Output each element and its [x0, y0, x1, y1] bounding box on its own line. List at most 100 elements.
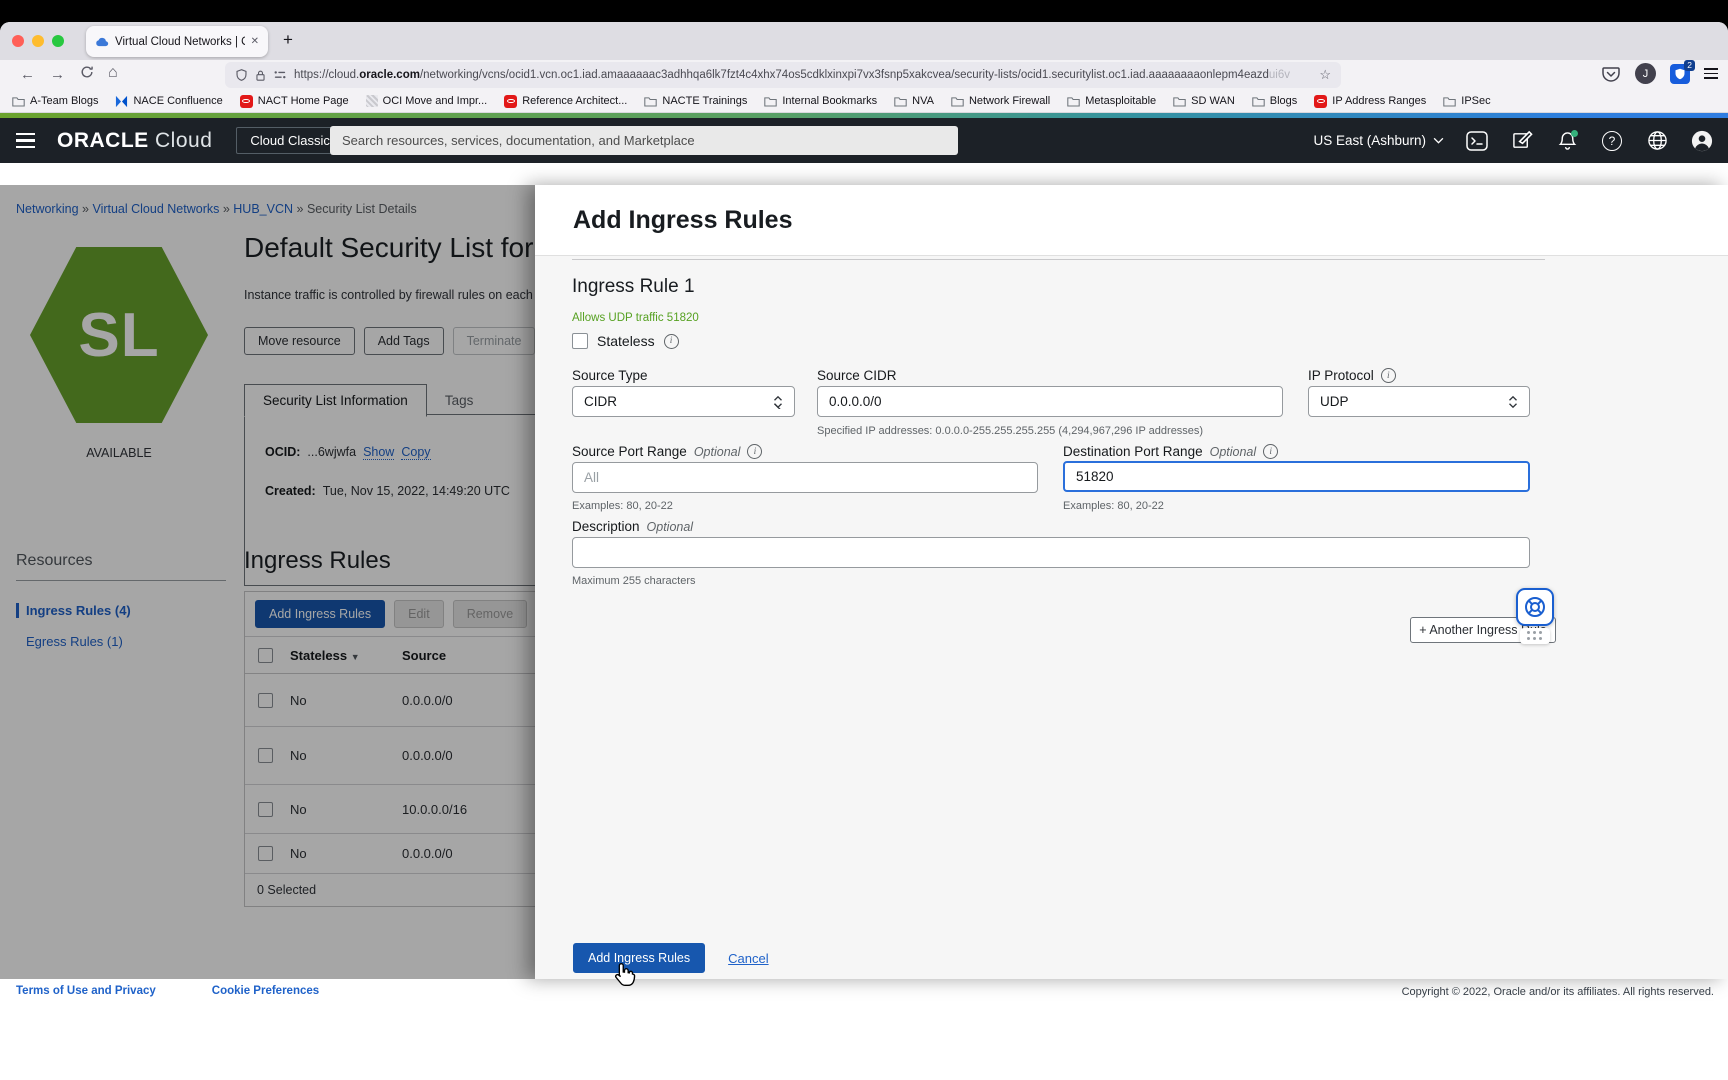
oracle-icon [504, 95, 517, 108]
bookmark-item[interactable]: NACT Home Page [240, 95, 349, 108]
section-divider [572, 259, 1545, 260]
oracle-icon [240, 95, 253, 108]
browser-titlebar: Virtual Cloud Networks | Oracle ✕ + [0, 22, 1728, 60]
announcements-icon[interactable] [1510, 129, 1534, 153]
language-globe-icon[interactable] [1645, 129, 1669, 153]
source-cidr-label: Source CIDR [817, 368, 897, 383]
extension-shield-icon[interactable]: 2 [1670, 64, 1690, 84]
terms-link[interactable]: Terms of Use and Privacy [16, 985, 156, 997]
ip-protocol-label: IP Protocoli [1308, 368, 1396, 383]
folder-icon [1173, 96, 1186, 107]
source-port-helper: Examples: 80, 20-22 [572, 500, 673, 512]
bookmark-item[interactable]: Internal Bookmarks [764, 95, 877, 107]
bookmark-item[interactable]: IP Address Ranges [1314, 95, 1426, 108]
nav-menu-icon[interactable] [16, 133, 35, 149]
generic-favicon-icon [366, 95, 378, 107]
floating-help-widget[interactable] [1516, 588, 1554, 644]
cloud-shell-icon[interactable] [1465, 129, 1489, 153]
source-type-select[interactable]: CIDR [572, 386, 795, 417]
chevron-down-icon [1433, 137, 1444, 144]
forward-icon[interactable]: → [50, 66, 65, 84]
page-footer: Terms of Use and Privacy Cookie Preferen… [0, 979, 1728, 1080]
folder-icon [644, 96, 657, 107]
browser-tab[interactable]: Virtual Cloud Networks | Oracle ✕ [86, 26, 268, 57]
source-cidr-input[interactable] [817, 386, 1283, 417]
help-icon[interactable]: ? [1600, 129, 1624, 153]
panel-title: Add Ingress Rules [573, 206, 793, 235]
tracking-shield-icon[interactable] [235, 68, 248, 82]
ingress-rule-1-heading: Ingress Rule 1 [572, 276, 695, 298]
region-selector[interactable]: US East (Ashburn) [1313, 133, 1444, 148]
browser-toolbar: ← → ⌂ https://cloud.oracle.com/networkin… [0, 60, 1728, 90]
bookmark-item[interactable]: Network Firewall [951, 95, 1050, 107]
bookmarks-bar: A-Team Blogs NACE Confluence NACT Home P… [0, 90, 1728, 113]
folder-icon [894, 96, 907, 107]
source-cidr-helper: Specified IP addresses: 0.0.0.0-255.255.… [817, 425, 1203, 437]
folder-icon [1443, 96, 1456, 107]
source-port-label: Source Port RangeOptionali [572, 444, 762, 459]
confluence-icon [115, 95, 128, 108]
bookmark-item[interactable]: IPSec [1443, 95, 1490, 107]
folder-icon [764, 96, 777, 107]
new-tab-button[interactable]: + [283, 30, 293, 50]
mouse-cursor [608, 960, 638, 997]
source-type-label: Source Type [572, 368, 648, 383]
folder-icon [951, 96, 964, 107]
cookie-preferences-link[interactable]: Cookie Preferences [212, 985, 319, 997]
bookmark-star-icon[interactable]: ☆ [1319, 67, 1331, 83]
bookmark-item[interactable]: OCI Move and Impr... [366, 95, 488, 107]
traffic-lights [12, 35, 64, 47]
bookmark-item[interactable]: SD WAN [1173, 95, 1235, 107]
close-window-button[interactable] [12, 35, 24, 47]
pocket-icon[interactable] [1601, 64, 1621, 84]
bookmark-item[interactable]: NACTE Trainings [644, 95, 747, 107]
notification-dot [1571, 130, 1578, 137]
dest-port-info-icon[interactable]: i [1263, 444, 1278, 459]
menu-icon[interactable] [1704, 68, 1718, 79]
bookmark-item[interactable]: A-Team Blogs [12, 95, 98, 107]
rule-hint-text: Allows UDP traffic 51820 [572, 312, 699, 324]
dest-port-input[interactable] [1063, 461, 1530, 492]
oracle-cloud-logo[interactable]: ORACLE Cloud [57, 129, 212, 153]
support-lifering-icon[interactable] [1516, 588, 1554, 626]
ip-protocol-select[interactable]: UDP [1308, 386, 1530, 417]
tab-title: Virtual Cloud Networks | Oracle [115, 36, 245, 48]
oracle-icon [1314, 95, 1327, 108]
toolbar-right-cluster: J 2 [1601, 63, 1718, 84]
user-avatar-icon[interactable] [1690, 129, 1714, 153]
oci-header: ORACLE Cloud Cloud Classic› Search resou… [0, 118, 1728, 163]
reload-icon[interactable] [80, 65, 94, 84]
source-port-info-icon[interactable]: i [747, 444, 762, 459]
minimize-window-button[interactable] [32, 35, 44, 47]
bookmark-item[interactable]: NACE Confluence [115, 95, 222, 108]
add-ingress-rules-submit-button[interactable]: Add Ingress Rules [573, 943, 705, 973]
select-stepper-icon [1508, 395, 1518, 409]
bookmark-item[interactable]: NVA [894, 95, 934, 107]
description-input[interactable] [572, 537, 1530, 568]
back-icon[interactable]: ← [20, 66, 35, 84]
stateless-label: Stateless [597, 333, 655, 349]
global-search-input[interactable]: Search resources, services, documentatio… [330, 126, 958, 155]
bookmark-item[interactable]: Reference Architect... [504, 95, 627, 108]
cloud-favicon-icon [95, 35, 109, 49]
ip-protocol-info-icon[interactable]: i [1381, 368, 1396, 383]
url-bar[interactable]: https://cloud.oracle.com/networking/vcns… [225, 62, 1341, 88]
zoom-window-button[interactable] [52, 35, 64, 47]
bookmark-item[interactable]: Metasploitable [1067, 95, 1156, 107]
bookmark-item[interactable]: Blogs [1252, 95, 1298, 107]
browser-window: Virtual Cloud Networks | Oracle ✕ + ← → … [0, 22, 1728, 1080]
stateless-checkbox[interactable] [572, 333, 588, 349]
folder-icon [1252, 96, 1265, 107]
cancel-link[interactable]: Cancel [728, 951, 768, 966]
home-icon[interactable]: ⌂ [108, 64, 118, 82]
lock-icon [255, 69, 266, 82]
source-port-input[interactable] [572, 462, 1038, 493]
url-text[interactable]: https://cloud.oracle.com/networking/vcns… [294, 69, 1312, 81]
widget-drag-handle[interactable] [1520, 628, 1550, 644]
notifications-bell-icon[interactable] [1555, 129, 1579, 153]
tab-close-icon[interactable]: ✕ [251, 36, 259, 47]
account-avatar[interactable]: J [1635, 63, 1656, 84]
permissions-icon[interactable] [273, 69, 287, 81]
extension-badge: 2 [1684, 60, 1695, 71]
stateless-info-icon[interactable]: i [664, 334, 679, 349]
